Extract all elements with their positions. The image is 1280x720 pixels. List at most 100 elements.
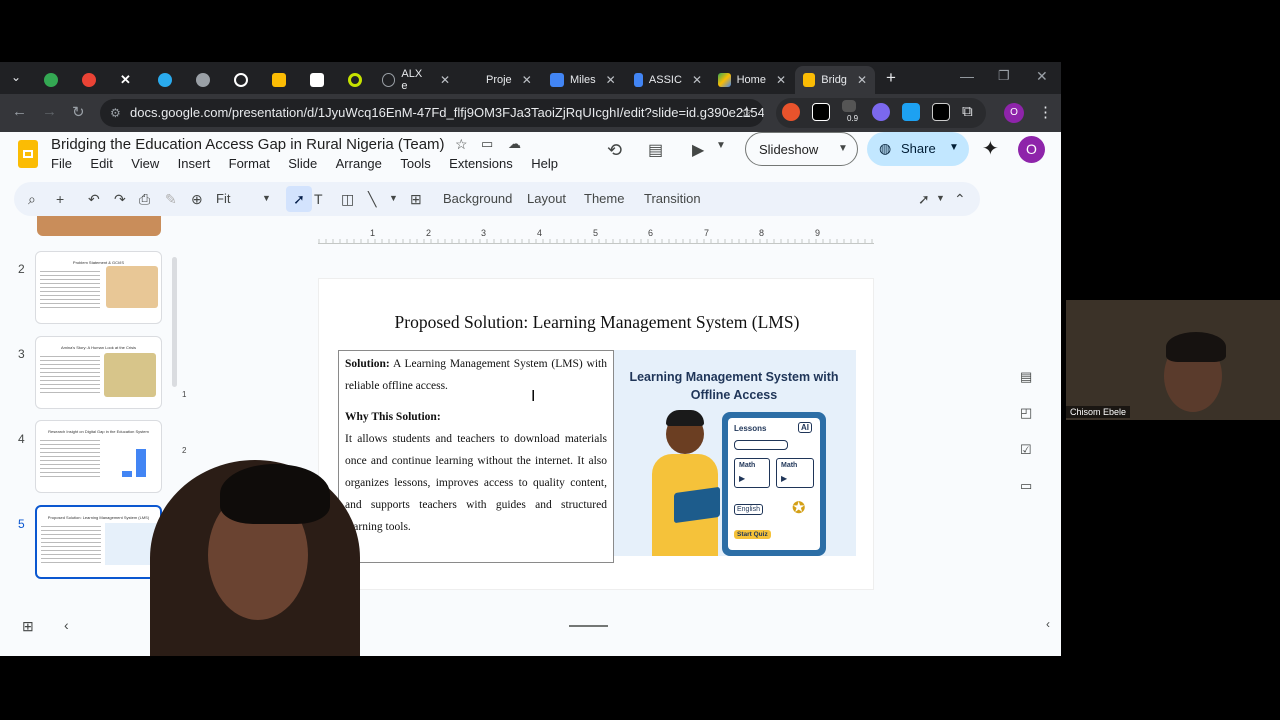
filmstrip-scrollbar[interactable] — [172, 257, 177, 387]
tab[interactable] — [36, 66, 66, 94]
menu-slide[interactable]: Slide — [288, 156, 317, 171]
tab-list-dropdown-icon[interactable]: ⌄ — [11, 70, 21, 84]
share-button[interactable]: ◍ Share ▼ — [867, 132, 969, 166]
undo-icon[interactable]: ↶ — [88, 191, 100, 208]
line-dropdown-icon[interactable]: ▼ — [389, 193, 398, 203]
speaker-notes-handle[interactable] — [569, 625, 608, 627]
url-field[interactable]: ⚙ docs.google.com/presentation/d/1JyuWcq… — [100, 99, 764, 127]
tab[interactable] — [150, 66, 180, 94]
reload-icon[interactable]: ↻ — [72, 103, 85, 121]
cloud-status-icon[interactable]: ☁ — [508, 136, 521, 152]
gemini-icon[interactable]: ✦ — [982, 136, 999, 161]
extension-icon[interactable] — [812, 103, 830, 121]
close-tab-icon[interactable]: ✕ — [776, 73, 786, 87]
grid-view-icon[interactable]: ⊞ — [22, 618, 34, 635]
new-slide-icon[interactable]: + — [56, 191, 64, 207]
menu-tools[interactable]: Tools — [400, 156, 430, 171]
comments-icon[interactable]: ▤ — [648, 140, 663, 160]
tab[interactable] — [340, 66, 370, 94]
thumbnail-slide-5-selected[interactable]: Proposed Solution: Learning Management S… — [35, 505, 162, 579]
select-tool-icon[interactable]: ➚ — [286, 186, 312, 212]
tasks-icon[interactable]: ☑ — [1020, 442, 1032, 458]
collapse-filmstrip-icon[interactable]: ‹ — [64, 617, 69, 633]
extension-icon[interactable] — [782, 103, 800, 121]
layout-button[interactable]: Layout — [527, 191, 566, 206]
menu-view[interactable]: View — [131, 156, 159, 171]
slide-body-textbox[interactable]: Solution: A Learning Management System (… — [338, 350, 614, 563]
menu-insert[interactable]: Insert — [178, 156, 211, 171]
close-tab-icon[interactable]: ✕ — [522, 73, 532, 87]
new-tab-button[interactable]: + — [886, 68, 896, 88]
slide-title[interactable]: Proposed Solution: Learning Management S… — [319, 312, 875, 333]
close-window-icon[interactable]: ✕ — [1036, 68, 1048, 85]
tab-alx[interactable]: ALX e ✕ — [374, 66, 458, 94]
print-icon[interactable]: ⎙ — [139, 191, 150, 208]
tab-home[interactable]: Home ✕ — [710, 66, 794, 94]
zoom-dropdown-icon[interactable]: ▼ — [262, 193, 271, 203]
transition-button[interactable]: Transition — [644, 191, 701, 206]
tab[interactable] — [226, 66, 256, 94]
pointer-mode-icon[interactable]: ➚ — [918, 191, 930, 208]
tab-bridging-active[interactable]: Bridg ✕ — [795, 66, 875, 94]
tab[interactable] — [188, 66, 218, 94]
minimize-icon[interactable]: — — [960, 68, 974, 84]
extension-icon[interactable] — [872, 103, 890, 121]
pointer-dropdown-icon[interactable]: ▼ — [936, 193, 945, 203]
menu-arrange[interactable]: Arrange — [336, 156, 382, 171]
thumbnail-partial[interactable] — [37, 216, 161, 236]
restore-icon[interactable]: ❐ — [998, 68, 1010, 84]
document-title[interactable]: Bridging the Education Access Gap in Rur… — [51, 136, 445, 153]
add-comment-icon[interactable]: ⊞ — [410, 191, 422, 208]
background-button[interactable]: Background — [443, 191, 512, 206]
thumbnail-slide-4[interactable]: Research Insight on Digital Gap in the E… — [35, 420, 162, 493]
extension-icon[interactable] — [902, 103, 920, 121]
move-folder-icon[interactable]: ▭ — [481, 136, 493, 152]
slideshow-dropdown-icon[interactable]: ▼ — [838, 143, 848, 154]
keep-icon[interactable]: ◰ — [1020, 405, 1032, 421]
tab-project[interactable]: Proje ✕ — [458, 66, 542, 94]
slides-logo-icon[interactable] — [18, 140, 38, 168]
drive-folder-icon[interactable]: ▭ — [1020, 478, 1032, 494]
star-icon[interactable]: ☆ — [455, 136, 468, 153]
zoom-select[interactable]: Fit — [216, 191, 230, 206]
account-avatar[interactable]: O — [1018, 136, 1045, 163]
site-info-icon[interactable]: ⚙ — [110, 99, 121, 127]
close-tab-icon[interactable]: ✕ — [440, 73, 450, 87]
notes-panel-icon[interactable]: ▤ — [1020, 369, 1032, 385]
shape-icon[interactable]: ◫ — [341, 191, 354, 208]
text-box-icon[interactable]: T — [314, 191, 323, 207]
extensions-puzzle-icon[interactable]: ⧉ — [962, 103, 973, 120]
search-menus-icon[interactable]: ⌕ — [28, 191, 36, 208]
tab[interactable]: ✕ — [112, 66, 139, 94]
collapse-toolbar-icon[interactable]: ⌃ — [954, 191, 966, 208]
tab[interactable] — [74, 66, 104, 94]
participant-video-tile[interactable]: Chisom Ebele — [1066, 300, 1280, 420]
slideshow-button[interactable]: Slideshow ▼ — [745, 132, 858, 166]
share-dropdown-icon[interactable]: ▼ — [949, 142, 959, 153]
menu-file[interactable]: File — [51, 156, 72, 171]
thumbnail-slide-2[interactable]: Problem Statement & GCI/IS — [35, 251, 162, 324]
lms-illustration[interactable]: Learning Management System with Offline … — [614, 350, 856, 556]
theme-button[interactable]: Theme — [584, 191, 624, 206]
forward-icon[interactable]: → — [42, 103, 57, 120]
close-tab-icon[interactable]: ✕ — [606, 73, 616, 87]
tab-assignment[interactable]: ASSIC ✕ — [626, 66, 710, 94]
meet-dropdown-icon[interactable]: ▼ — [716, 140, 726, 151]
close-tab-icon[interactable]: ✕ — [857, 73, 867, 87]
menu-edit[interactable]: Edit — [90, 156, 112, 171]
bookmark-star-icon[interactable]: ☆ — [740, 103, 753, 121]
redo-icon[interactable]: ↷ — [114, 191, 126, 208]
browser-menu-icon[interactable]: ⋮ — [1038, 103, 1053, 121]
back-icon[interactable]: ← — [12, 103, 27, 120]
menu-extensions[interactable]: Extensions — [449, 156, 513, 171]
expand-side-panel-icon[interactable]: ‹ — [1046, 617, 1050, 631]
menu-format[interactable]: Format — [229, 156, 270, 171]
zoom-icon[interactable]: ⊕ — [191, 191, 203, 208]
extension-icon[interactable] — [842, 100, 856, 112]
close-tab-icon[interactable]: ✕ — [692, 73, 702, 87]
profile-avatar[interactable]: O — [1004, 103, 1024, 123]
paint-format-icon[interactable]: ✎ — [165, 191, 177, 208]
menu-help[interactable]: Help — [531, 156, 558, 171]
version-history-icon[interactable]: ⟲ — [607, 140, 622, 161]
tab[interactable] — [264, 66, 294, 94]
